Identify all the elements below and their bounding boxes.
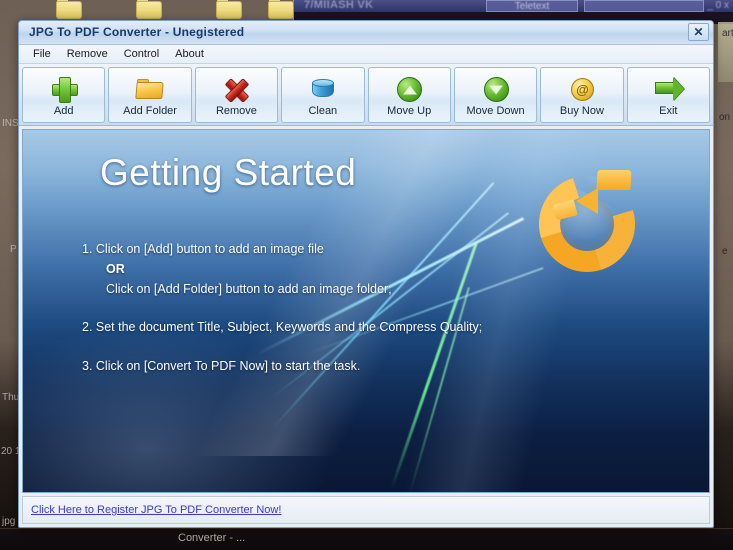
taskbar[interactable]: Converter - ... [0,528,733,550]
instruction-step-1-text: 1. Click on [Add] button to add an image… [82,242,324,256]
menu-item-remove[interactable]: Remove [59,46,116,62]
background-window-field[interactable]: Teletext [486,0,578,12]
folder-icon [135,74,165,104]
desktop-label: P [10,244,17,255]
title-bar[interactable]: JPG To PDF Converter - Unegistered ✕ [19,21,713,45]
desktop-folder-icon[interactable] [136,0,162,19]
background-window[interactable]: 7/MIIASH VK Teletext _ 0 x [293,0,733,24]
green-circle-down-arrow-icon [481,74,511,104]
green-right-arrow-icon [653,74,683,104]
desktop-label: art [722,28,733,39]
toolbar-button-move-down[interactable]: Move Down [453,67,538,123]
desktop-folder-icon[interactable] [216,0,242,19]
background-window-controls[interactable]: _ 0 x [707,0,729,11]
status-bar: Click Here to Register JPG To PDF Conver… [22,496,710,524]
menu-bar: File Remove Control About [19,45,713,64]
orange-refresh-arrow-icon [522,158,652,289]
taskbar-item[interactable]: Converter - ... [178,532,245,544]
toolbar-button-label: Exit [659,105,678,117]
background-window-field-label: Teletext [514,1,550,12]
toolbar-button-add[interactable]: Add [22,67,106,123]
background-window-title: 7/MIIASH VK [304,0,374,11]
blue-can-icon [308,74,338,104]
green-plus-icon [49,74,79,104]
instruction-step-1-alt: Click on [Add Folder] button to add an i… [106,282,392,297]
toolbar-button-clean[interactable]: Clean [281,67,365,123]
toolbar-button-exit[interactable]: Exit [626,67,710,123]
toolbar-button-remove[interactable]: Remove [194,67,279,123]
page-title: Getting Started [100,152,357,193]
application-window: JPG To PDF Converter - Unegistered ✕ Fil… [18,20,714,528]
toolbar-button-buy-now[interactable]: @ Buy Now [540,67,624,123]
toolbar-button-move-up[interactable]: Move Up [367,67,451,123]
desktop-label: jpg [2,516,16,527]
toolbar-button-label: Clean [308,105,338,117]
instruction-list: 1. Click on [Add] button to add an image… [82,240,512,389]
window-title: JPG To PDF Converter - Unegistered [29,25,245,39]
desktop-label: INS [2,118,19,129]
background-window-field-2[interactable] [584,0,704,12]
menu-item-about[interactable]: About [167,46,212,62]
toolbar-button-label: Add Folder [123,105,177,117]
red-x-icon [221,74,251,104]
toolbar: Add Add Folder Remove Clean Move Up Move… [19,64,713,126]
register-link[interactable]: Click Here to Register JPG To PDF Conver… [31,504,281,516]
green-circle-up-arrow-icon [394,74,424,104]
toolbar-button-label: Buy Now [559,105,604,117]
desktop-label: e [722,246,728,257]
toolbar-button-label: Remove [215,105,257,117]
toolbar-button-label: Move Up [387,105,432,117]
desktop-label: on [719,112,731,123]
getting-started-panel: Getting Started 1. Click on [Add] button… [22,129,710,493]
instruction-step-1: 1. Click on [Add] button to add an image… [82,240,512,298]
close-icon[interactable]: ✕ [688,23,709,41]
toolbar-button-label: Add [53,105,74,117]
menu-item-file[interactable]: File [25,46,59,62]
gold-coin-icon: @ [567,74,597,104]
instruction-step-2: 2. Set the document Title, Subject, Keyw… [82,320,483,335]
toolbar-button-add-folder[interactable]: Add Folder [108,67,192,123]
instruction-step-3: 3. Click on [Convert To PDF Now] to star… [82,358,361,373]
desktop-label: Thu [2,392,20,403]
desktop-folder-icon[interactable] [56,0,82,19]
menu-item-control[interactable]: Control [116,46,167,62]
instruction-or-label: OR [106,262,125,277]
toolbar-button-label: Move Down [466,105,525,117]
desktop-folder-icon[interactable] [268,0,294,19]
